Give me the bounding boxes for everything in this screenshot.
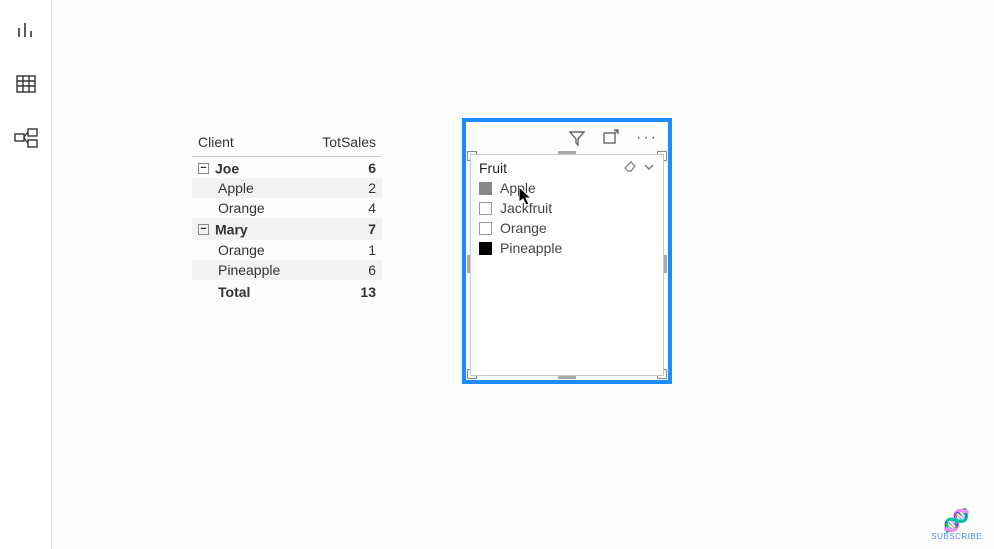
report-view-icon[interactable] xyxy=(14,18,38,42)
matrix-cell-value: 2 xyxy=(304,178,382,198)
slicer-item-label: Jackfruit xyxy=(500,200,552,216)
chevron-down-icon[interactable] xyxy=(643,160,655,176)
data-view-icon[interactable] xyxy=(14,72,38,96)
collapse-icon[interactable]: − xyxy=(198,224,209,235)
matrix-cell-value: 6 xyxy=(304,260,382,280)
dna-icon: 🧬 xyxy=(943,510,971,532)
matrix-visual[interactable]: Client TotSales −Joe 6 Apple 2 Orange xyxy=(192,130,382,302)
checkbox-icon[interactable] xyxy=(479,202,492,215)
matrix-cell-label: Apple xyxy=(192,178,304,198)
visual-header: ··· xyxy=(466,122,668,154)
focus-mode-icon[interactable] xyxy=(602,129,620,147)
subscribe-badge[interactable]: 🧬 SUBSCRIBE xyxy=(931,510,982,541)
matrix-header-client[interactable]: Client xyxy=(192,130,304,157)
matrix-cell-label: Orange xyxy=(192,198,304,218)
collapse-icon[interactable]: − xyxy=(198,163,209,174)
matrix-cell-label: Orange xyxy=(192,240,304,260)
matrix-data-row[interactable]: Orange 4 xyxy=(192,198,382,218)
matrix-data-row[interactable]: Pineapple 6 xyxy=(192,260,382,280)
slicer-item-label: Apple xyxy=(500,180,536,196)
matrix-total-label: Total xyxy=(192,280,304,302)
matrix-data-row[interactable]: Orange 1 xyxy=(192,240,382,260)
more-options-icon[interactable]: ··· xyxy=(636,129,658,147)
matrix-header-totsales[interactable]: TotSales xyxy=(304,130,382,157)
view-switcher-rail xyxy=(0,0,52,549)
slicer-item[interactable]: Apple xyxy=(479,178,655,198)
matrix-group-label: Joe xyxy=(215,160,239,176)
matrix-group-total: 7 xyxy=(304,218,382,239)
subscribe-label: SUBSCRIBE xyxy=(931,532,982,541)
matrix-group-total: 6 xyxy=(304,157,382,179)
model-view-icon[interactable] xyxy=(14,126,38,150)
matrix-data-row[interactable]: Apple 2 xyxy=(192,178,382,198)
slicer-visual[interactable]: ··· Fruit xyxy=(462,118,672,384)
slicer-item[interactable]: Orange xyxy=(479,218,655,238)
slicer-item[interactable]: Jackfruit xyxy=(479,198,655,218)
matrix-cell-label: Pineapple xyxy=(192,260,304,280)
matrix-total-value: 13 xyxy=(304,280,382,302)
slicer-item-label: Pineapple xyxy=(500,240,562,256)
slicer-title: Fruit xyxy=(479,160,507,176)
checkbox-icon[interactable] xyxy=(479,242,492,255)
checkbox-icon[interactable] xyxy=(479,222,492,235)
matrix-cell-value: 1 xyxy=(304,240,382,260)
filter-icon[interactable] xyxy=(568,129,586,147)
matrix-group-row[interactable]: −Joe 6 xyxy=(192,157,382,179)
matrix-group-label: Mary xyxy=(215,222,248,238)
slicer-item[interactable]: Pineapple xyxy=(479,238,655,258)
slicer-list: Apple Jackfruit Orange Pineapple xyxy=(471,178,663,258)
checkbox-icon[interactable] xyxy=(479,182,492,195)
matrix-cell-value: 4 xyxy=(304,198,382,218)
eraser-icon[interactable] xyxy=(623,159,637,176)
slicer-item-label: Orange xyxy=(500,220,547,236)
matrix-total-row: Total 13 xyxy=(192,280,382,302)
slicer-body: Fruit Apple xyxy=(470,154,664,376)
matrix-group-row[interactable]: −Mary 7 xyxy=(192,218,382,239)
report-canvas: Client TotSales −Joe 6 Apple 2 Orange xyxy=(52,0,994,549)
